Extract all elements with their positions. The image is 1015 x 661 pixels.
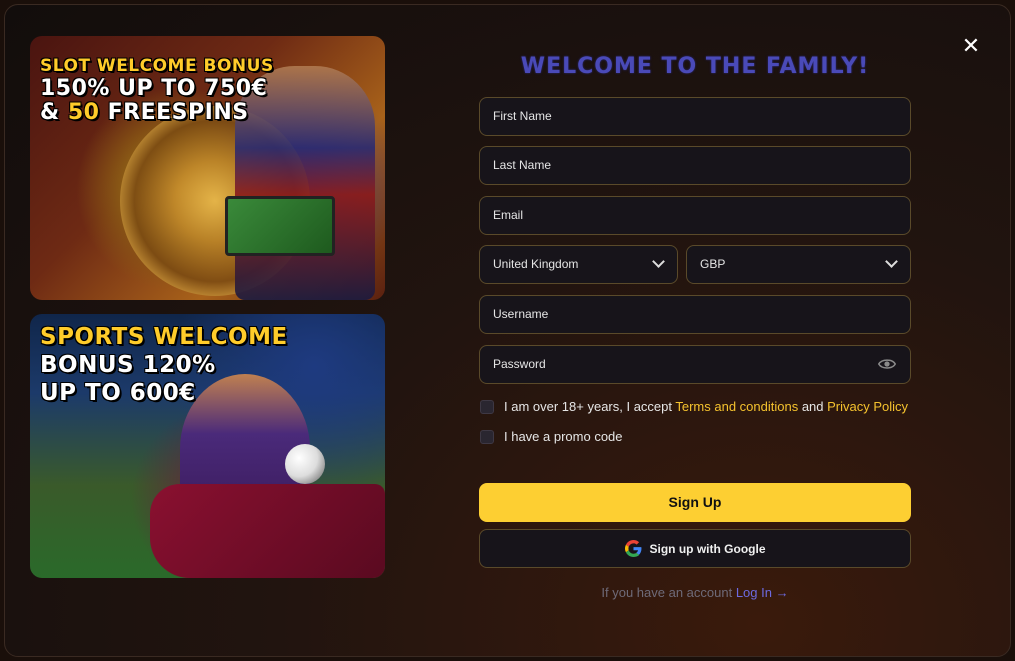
age-terms-prefix: I am over 18+ years, I accept <box>504 399 676 414</box>
country-value: United Kingdom <box>493 257 579 271</box>
username-field[interactable]: Username <box>479 295 911 334</box>
currency-select[interactable]: GBP <box>686 245 911 284</box>
login-link[interactable]: Log In → <box>736 585 789 600</box>
character-illustration <box>235 66 375 300</box>
sign-up-button[interactable]: Sign Up <box>479 483 911 522</box>
first-name-field[interactable]: First Name <box>479 97 911 136</box>
slot-banner-line2: 150% UP TO 750€ <box>40 76 268 101</box>
slot-banner-freespin-count: 50 <box>67 100 100 125</box>
last-name-field[interactable]: Last Name <box>479 146 911 185</box>
promo-row: I have a promo code <box>480 429 623 444</box>
email-placeholder: Email <box>493 208 524 222</box>
privacy-link[interactable]: Privacy Policy <box>827 399 908 414</box>
race-car-illustration <box>150 484 385 578</box>
slot-bonus-banner[interactable]: SLOT WELCOME BONUS 150% UP TO 750€ & 50 … <box>30 36 385 300</box>
age-terms-label: I am over 18+ years, I accept Terms and … <box>504 399 908 414</box>
money-case-illustration <box>225 196 335 256</box>
login-link-label: Log In <box>735 585 772 600</box>
promo-checkbox[interactable] <box>480 429 494 444</box>
signup-modal: ✕ SLOT WELCOME BONUS 150% UP TO 750€ & 5… <box>4 4 1011 657</box>
age-terms-row: I am over 18+ years, I accept Terms and … <box>480 399 908 414</box>
email-field[interactable]: Email <box>479 196 911 235</box>
chevron-down-icon <box>885 255 898 268</box>
sport-banner-line2: BONUS 120% <box>40 352 216 378</box>
google-signup-button[interactable]: Sign up with Google <box>479 529 911 568</box>
google-icon <box>624 540 641 557</box>
sports-bonus-banner[interactable]: SPORTS WELCOME BONUS 120% UP TO 600€ <box>30 314 385 578</box>
promo-label: I have a promo code <box>504 429 623 444</box>
sport-banner-line1: SPORTS WELCOME <box>40 324 288 350</box>
country-select[interactable]: United Kingdom <box>479 245 678 284</box>
currency-value: GBP <box>700 257 726 271</box>
soccer-ball-illustration <box>285 444 325 484</box>
last-name-placeholder: Last Name <box>493 158 552 172</box>
google-signup-label: Sign up with Google <box>649 541 766 556</box>
password-placeholder: Password <box>493 357 546 371</box>
arrow-right-icon: → <box>775 585 789 600</box>
chevron-down-icon <box>652 255 665 268</box>
sport-banner-line3: UP TO 600€ <box>40 380 196 406</box>
slot-banner-amp: & <box>40 100 68 125</box>
form-title: WELCOME TO THE FAMILY! <box>520 54 870 79</box>
close-icon[interactable]: ✕ <box>960 35 982 57</box>
age-terms-checkbox[interactable] <box>480 399 494 414</box>
login-row: If you have an account Log In → <box>479 585 911 600</box>
first-name-placeholder: First Name <box>493 109 552 123</box>
eye-icon[interactable] <box>878 357 896 371</box>
username-placeholder: Username <box>493 307 549 321</box>
password-field[interactable]: Password <box>479 345 911 384</box>
login-prompt: If you have an account <box>601 585 736 600</box>
terms-link[interactable]: Terms and conditions <box>675 399 798 414</box>
slot-banner-line3: & 50 FREESPINS <box>40 102 249 124</box>
slot-banner-freespins: FREESPINS <box>99 100 249 125</box>
age-terms-and: and <box>798 399 828 414</box>
slot-banner-line1: SLOT WELCOME BONUS <box>40 56 274 76</box>
